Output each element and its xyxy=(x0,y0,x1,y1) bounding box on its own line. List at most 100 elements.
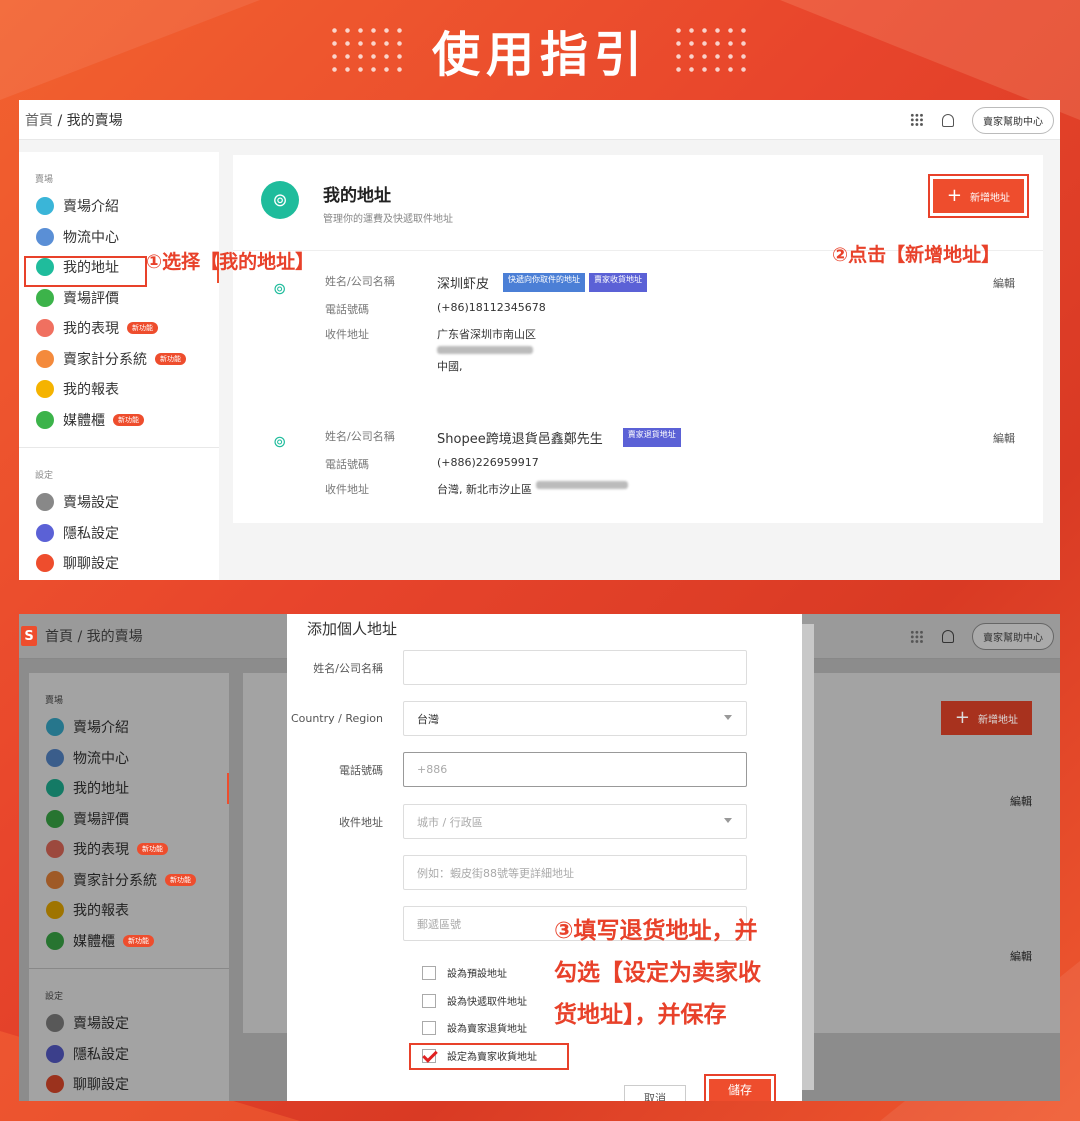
sidebar-item[interactable]: 賣場評價 xyxy=(19,283,219,314)
bell-icon[interactable] xyxy=(942,630,954,643)
highlight-box: + 新增地址 xyxy=(927,174,1029,218)
seller-help-button[interactable]: 賣家幫助中心 xyxy=(972,106,1054,134)
sidebar-item[interactable]: 我的報表 xyxy=(19,374,219,405)
dot-pattern-icon xyxy=(327,24,408,76)
address-label: 收件地址 xyxy=(325,328,369,341)
sidebar-item[interactable]: 我的表現 新功能 xyxy=(19,313,219,344)
sidebar-item[interactable]: 我的地址 xyxy=(29,773,229,804)
edit-link[interactable]: 編輯 xyxy=(1010,948,1032,964)
address-label: 收件地址 xyxy=(339,815,383,829)
screenshot-add-address-modal: S 首頁 / 我的賣場 賣家幫助中心 賣場 賣場介紹 物流中心 我的地址 賣場評價 我的… xyxy=(19,614,1060,1101)
bell-icon[interactable] xyxy=(942,113,954,127)
phone-label: 電話號碼 xyxy=(325,303,369,316)
sidebar-section-shop: 賣場 xyxy=(35,175,54,185)
new-feature-badge: 新功能 xyxy=(155,352,186,365)
sidebar: 賣場 賣場介紹 物流中心 我的地址 賣場評價 我的表現 新功能 賣家計分系統 新功能 我的報表媒… xyxy=(19,152,219,580)
new-address-button[interactable]: + 新增地址 xyxy=(940,701,1032,735)
star-icon xyxy=(36,288,54,307)
lock-icon xyxy=(36,523,54,542)
checkbox[interactable] xyxy=(422,1020,436,1035)
city-select[interactable]: 城市 / 行政區 xyxy=(403,804,747,839)
breadcrumb-home[interactable]: 首頁 xyxy=(45,629,73,645)
sidebar-item[interactable]: 賣家計分系統 新功能 xyxy=(29,865,229,896)
phone-value: (+86)18112345678 xyxy=(437,301,546,314)
sidebar-item[interactable]: 賣場介紹 xyxy=(29,712,229,743)
truck-icon xyxy=(36,227,54,246)
top-bar: 首頁 / 我的賣場 賣家幫助中心 xyxy=(19,100,1060,140)
new-feature-badge: 新功能 xyxy=(123,934,154,947)
sidebar-item[interactable]: 賣場評價 xyxy=(29,804,229,835)
checkbox-label: 設為預設地址 xyxy=(447,969,507,980)
checkbox-return-address[interactable]: 設為賣家退貨地址 xyxy=(422,1020,527,1035)
sidebar-item[interactable]: 賣場介紹 xyxy=(19,191,219,222)
name-label: 姓名/公司名稱 xyxy=(325,430,395,443)
sidebar-item-label: 我的報表 xyxy=(63,382,119,399)
edit-link[interactable]: 編輯 xyxy=(1010,793,1032,809)
location-pin-icon: ⊚ xyxy=(261,181,299,219)
new-address-button[interactable]: + 新增地址 xyxy=(932,179,1024,213)
sidebar-item-label: 我的表現 xyxy=(73,842,129,859)
name-value: Shopee跨境退貨邑鑫鄭先生 xyxy=(437,432,603,447)
shop-intro-icon xyxy=(46,718,64,737)
sidebar-item-label: 賣場介紹 xyxy=(63,199,119,216)
report-icon xyxy=(46,901,64,920)
sidebar-item-label: 賣場介紹 xyxy=(73,720,129,737)
address-title: 我的地址 xyxy=(323,186,391,206)
seller-help-button[interactable]: 賣家幫助中心 xyxy=(972,623,1054,650)
checkbox-pickup-address[interactable]: 設為快遞取件地址 xyxy=(422,993,527,1008)
breadcrumb-current: 我的賣場 xyxy=(86,629,143,645)
divider xyxy=(29,968,229,969)
phone-input[interactable]: +886 xyxy=(403,752,747,787)
sidebar-item[interactable]: 隱私設定 xyxy=(19,518,219,549)
sidebar-item[interactable]: 賣場設定 xyxy=(19,487,219,518)
chart-icon xyxy=(36,319,54,338)
address-detail-input[interactable]: 例如：蝦皮街88號等更詳細地址 xyxy=(403,855,747,890)
checkbox[interactable] xyxy=(422,965,436,980)
new-feature-badge: 新功能 xyxy=(165,873,196,886)
sidebar-item-label: 聊聊設定 xyxy=(63,556,119,573)
annotation-step3: ③填写退货地址，并 勾选【设定为卖家收 货地址】，并保存 xyxy=(554,910,761,1036)
scrollbar[interactable] xyxy=(802,624,814,1090)
lock-icon xyxy=(46,1044,64,1063)
tag-badge: 賣家退貨地址 xyxy=(622,428,681,447)
checkbox-default-address[interactable]: 設為預設地址 xyxy=(422,965,507,980)
shop-intro-icon xyxy=(36,197,54,216)
sidebar-item[interactable]: 媒體櫃 新功能 xyxy=(19,405,219,436)
sidebar-item[interactable]: 媒體櫃 新功能 xyxy=(29,926,229,957)
edit-link[interactable]: 編輯 xyxy=(993,275,1015,291)
chat-icon xyxy=(36,554,54,573)
country-select[interactable]: 台灣 xyxy=(403,701,747,736)
address-subtitle: 管理你的運費及快遞取件地址 xyxy=(323,214,453,225)
sidebar-item[interactable]: 賣場設定 xyxy=(29,1008,229,1039)
sidebar-item-label: 賣家計分系統 xyxy=(73,872,157,889)
sidebar-item-label: 賣場設定 xyxy=(73,1016,129,1033)
apps-grid-icon[interactable] xyxy=(910,113,924,127)
name-label: 姓名/公司名稱 xyxy=(313,661,383,675)
sidebar-item[interactable]: 我的報表 xyxy=(29,895,229,926)
sidebar-item[interactable]: 隱私設定 xyxy=(29,1039,229,1070)
city-placeholder: 城市 / 行政區 xyxy=(417,815,483,829)
address-card: ⊚ 我的地址 管理你的運費及快遞取件地址 + 新增地址 ⊚ 姓名/公司名稱 深圳虾… xyxy=(233,155,1043,523)
country-label: Country / Region xyxy=(290,712,383,725)
breadcrumb-home[interactable]: 首頁 xyxy=(25,113,53,129)
new-feature-badge: 新功能 xyxy=(137,843,168,856)
cancel-button[interactable]: 取消 xyxy=(624,1085,686,1101)
plus-icon: + xyxy=(954,707,970,728)
sidebar-item[interactable]: 賣家計分系統 新功能 xyxy=(19,344,219,375)
edit-link[interactable]: 編輯 xyxy=(993,430,1015,446)
sidebar-item-label: 賣家計分系統 xyxy=(63,351,147,368)
name-input[interactable] xyxy=(403,650,747,685)
sidebar-item[interactable]: 物流中心 xyxy=(29,743,229,774)
sidebar-item[interactable]: 聊聊設定 xyxy=(29,1069,229,1100)
checkbox[interactable] xyxy=(422,993,436,1008)
chevron-down-icon xyxy=(724,818,732,823)
sidebar-item[interactable]: 聊聊設定 xyxy=(19,548,219,579)
apps-grid-icon[interactable] xyxy=(910,629,924,644)
active-indicator xyxy=(227,773,229,804)
sidebar: 賣場 賣場介紹 物流中心 我的地址 賣場評價 我的表現 新功能 賣家計分系統 新功能 我的報表媒… xyxy=(29,673,229,1101)
new-address-label: 新增地址 xyxy=(978,714,1018,726)
save-button[interactable]: 儲存 xyxy=(709,1079,771,1101)
sidebar-item[interactable]: 我的表現 新功能 xyxy=(29,834,229,865)
address-country: 中國, xyxy=(437,360,463,373)
address-line: 台灣, 新北市汐止區 xyxy=(437,483,532,496)
